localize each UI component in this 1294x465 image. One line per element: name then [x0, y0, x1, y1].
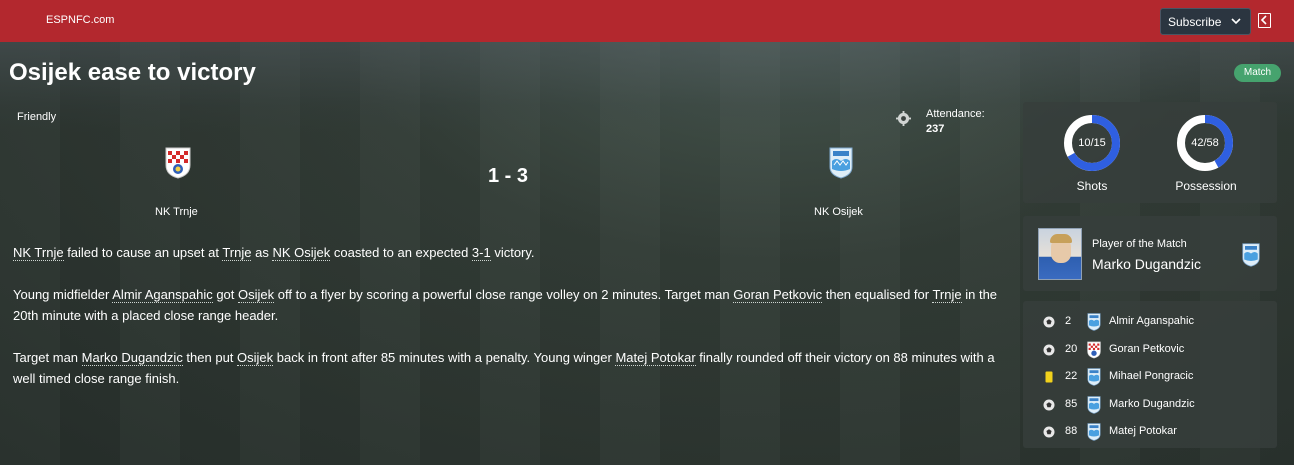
event-row[interactable]: 88 Matej Potokar: [1023, 422, 1277, 442]
report-text: then equalised for: [822, 287, 933, 302]
report-link[interactable]: Matej Potokar: [615, 350, 696, 366]
report-paragraph-2: Young midfielder Almir Aganspahic got Os…: [13, 284, 1003, 326]
report-link[interactable]: NK Osijek: [272, 245, 331, 261]
report-link[interactable]: Goran Petkovic: [733, 287, 823, 303]
home-team-name[interactable]: NK Trnje: [155, 206, 198, 218]
report-text: Target man: [13, 350, 82, 365]
away-team-name[interactable]: NK Osijek: [814, 206, 863, 218]
report-link[interactable]: Trnje: [222, 245, 252, 261]
report-text: as: [251, 245, 273, 260]
stadium-icon: [896, 111, 911, 131]
page-title: Osijek ease to victory: [9, 59, 256, 86]
potm-label: Player of the Match: [1092, 238, 1187, 250]
event-row[interactable]: 22 Mihael Pongracic: [1023, 367, 1277, 387]
collapse-panel-icon[interactable]: [1258, 13, 1271, 28]
report-link[interactable]: Osijek: [237, 350, 274, 366]
ball-icon: [1043, 399, 1055, 414]
ball-icon: [1043, 344, 1055, 359]
event-player-name[interactable]: Marko Dugandzic: [1109, 398, 1195, 410]
brand-label: ESPNFC.com: [46, 14, 115, 26]
report-link[interactable]: Almir Aganspahic: [112, 287, 213, 303]
report-text: then put: [182, 350, 238, 365]
report-link[interactable]: NK Trnje: [13, 245, 64, 261]
event-minute: 88: [1065, 425, 1078, 437]
event-row[interactable]: 2 Almir Aganspahic: [1023, 312, 1277, 332]
event-player-name[interactable]: Matej Potokar: [1109, 425, 1177, 437]
event-row[interactable]: 20 Goran Petkovic: [1023, 340, 1277, 360]
report-text: got: [212, 287, 239, 302]
report-link[interactable]: 3-1: [471, 245, 491, 261]
shots-label: Shots: [1076, 179, 1108, 193]
event-minute: 85: [1065, 397, 1078, 410]
competition-label: Friendly: [17, 111, 57, 123]
ball-icon: [1043, 316, 1055, 331]
report-text: victory.: [490, 245, 535, 260]
report-paragraph-1: NK Trnje failed to cause an upset at Trn…: [13, 242, 1003, 263]
match-stats-panel: 10/15 42/58 Shots Possession: [1023, 102, 1277, 203]
report-link[interactable]: Osijek: [238, 287, 275, 303]
away-team-crest-icon: [1087, 368, 1101, 389]
match-events-panel: 2 Almir Aganspahic 20 Goran Petkovic 22 Mihae…: [1023, 301, 1277, 448]
away-team-crest-icon: [1087, 395, 1101, 417]
home-team-crest-icon[interactable]: [165, 147, 191, 184]
report-link[interactable]: Marko Dugandzic: [81, 350, 183, 366]
report-text: failed to cause an upset at: [63, 245, 223, 260]
report-paragraph-3: Target man Marko Dugandzic then put Osij…: [13, 347, 1003, 389]
report-text: back in front after 85 minutes with a pe…: [273, 350, 616, 365]
top-bar: ESPNFC.com Subscribe: [0, 0, 1294, 42]
event-minute: 22: [1065, 370, 1078, 382]
away-team-crest-icon: [1242, 243, 1260, 272]
match-badge[interactable]: Match: [1234, 64, 1281, 82]
attendance-value: 237: [926, 123, 945, 135]
chevron-down-icon: [1231, 15, 1241, 29]
subscribe-label: Subscribe: [1168, 15, 1222, 29]
event-player-name[interactable]: Goran Petkovic: [1109, 343, 1184, 355]
report-text: Young midfielder: [13, 287, 113, 302]
event-minute: 2: [1065, 315, 1072, 327]
player-of-the-match-panel[interactable]: Player of the Match Marko Dugandzic: [1023, 216, 1277, 291]
event-player-name[interactable]: Mihael Pongracic: [1109, 370, 1193, 382]
potm-name[interactable]: Marko Dugandzic: [1092, 256, 1201, 272]
ball-icon: [1043, 426, 1055, 441]
possession-value: 42/58: [1191, 137, 1219, 149]
shots-value: 10/15: [1078, 137, 1106, 149]
away-team-crest-icon: [1087, 313, 1101, 334]
yellow-card-icon: [1043, 371, 1055, 386]
home-team-crest-icon: [1087, 341, 1101, 362]
avatar: [1038, 228, 1082, 280]
event-row[interactable]: 85 Marko Dugandzic: [1023, 395, 1277, 415]
away-team-crest-icon[interactable]: [829, 147, 853, 184]
subscribe-button[interactable]: Subscribe: [1160, 8, 1251, 35]
attendance-label: Attendance:: [926, 108, 985, 120]
away-team-crest-icon: [1087, 423, 1101, 444]
match-score: 1 - 3: [488, 165, 529, 187]
possession-label: Possession: [1175, 179, 1237, 193]
report-link[interactable]: Trnje: [932, 287, 962, 303]
event-minute: 20: [1065, 342, 1078, 355]
report-text: off to a flyer by scoring a powerful clo…: [274, 287, 734, 302]
event-player-name[interactable]: Almir Aganspahic: [1109, 315, 1194, 327]
report-text: coasted to an expected: [330, 245, 472, 260]
